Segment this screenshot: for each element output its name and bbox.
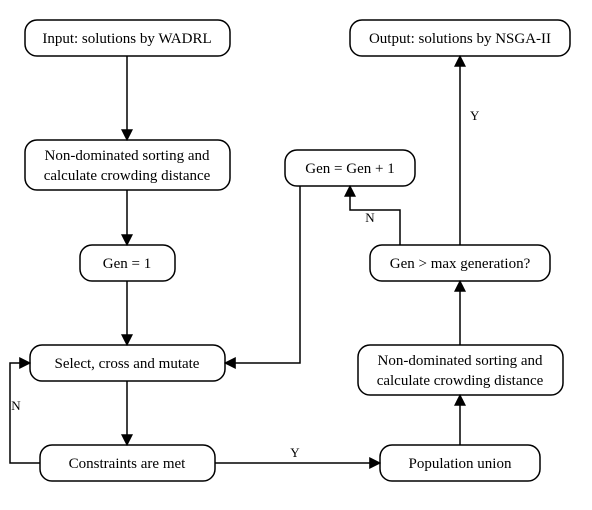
- node-input-label: Input: solutions by WADRL: [42, 31, 211, 47]
- edge-constraints-no-label: N: [11, 398, 21, 413]
- node-sort1-line1: Non-dominated sorting and: [45, 148, 210, 164]
- edge-gentest-no-label: N: [365, 210, 375, 225]
- node-gentest-label: Gen > max generation?: [390, 256, 531, 272]
- edge-gentest-no: [350, 186, 400, 245]
- node-input: Input: solutions by WADRL: [25, 20, 230, 56]
- edge-constraints-yes-label: Y: [290, 445, 300, 460]
- node-sort1-line2: calculate crowding distance: [44, 168, 211, 184]
- edge-geninc-select: [225, 186, 300, 363]
- node-select-label: Select, cross and mutate: [55, 356, 200, 372]
- node-popunion-label: Population union: [409, 456, 512, 472]
- node-output: Output: solutions by NSGA-II: [350, 20, 570, 56]
- node-sort2-line2: calculate crowding distance: [377, 373, 544, 389]
- node-sort1: Non-dominated sorting and calculate crow…: [25, 140, 230, 190]
- node-popunion: Population union: [380, 445, 540, 481]
- node-sort2-line1: Non-dominated sorting and: [378, 353, 543, 369]
- node-output-label: Output: solutions by NSGA-II: [369, 31, 551, 47]
- node-sort2: Non-dominated sorting and calculate crow…: [358, 345, 563, 395]
- node-gentest: Gen > max generation?: [370, 245, 550, 281]
- node-constraints: Constraints are met: [40, 445, 215, 481]
- node-select: Select, cross and mutate: [30, 345, 225, 381]
- node-geninc-label: Gen = Gen + 1: [305, 161, 394, 177]
- edge-gentest-yes-label: Y: [470, 108, 480, 123]
- node-geninit: Gen = 1: [80, 245, 175, 281]
- node-geninc: Gen = Gen + 1: [285, 150, 415, 186]
- node-geninit-label: Gen = 1: [103, 256, 151, 272]
- node-constraints-label: Constraints are met: [69, 456, 186, 472]
